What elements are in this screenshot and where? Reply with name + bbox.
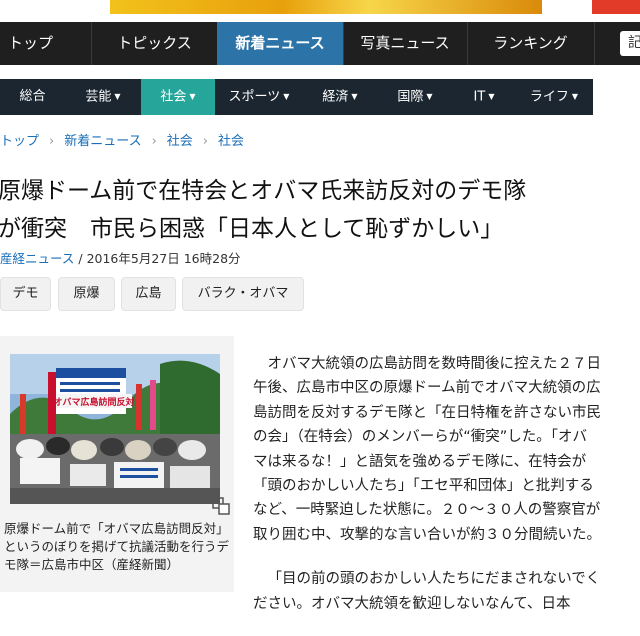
category-general[interactable]: 総合	[0, 79, 65, 115]
chevron-down-icon: ▼	[426, 92, 433, 101]
breadcrumb-top[interactable]: トップ	[0, 134, 39, 149]
chevron-right-icon: ›	[202, 134, 208, 149]
chevron-down-icon: ▼	[571, 92, 579, 101]
breadcrumb-latest-news[interactable]: 新着ニュース	[64, 134, 141, 149]
breadcrumb: トップ › 新着ニュース › 社会 › 社会	[0, 130, 244, 149]
chevron-right-icon: ›	[151, 134, 157, 149]
article-figure: オバマ広島訪問反対 原爆ドーム前で「オバマ広島訪問反対」というのぼりを掲げて抗議…	[0, 336, 234, 592]
category-sports[interactable]: スポーツ ▼	[215, 79, 303, 115]
main-nav-topics[interactable]: トピックス	[92, 22, 218, 65]
article-paragraph: 「目の前の頭のおかしい人たちにだまされないでください。オバマ大統領を歓迎しないな…	[253, 571, 601, 612]
main-nav: トップ トピックス 新着ニュース 写真ニュース ランキング 記	[0, 22, 640, 65]
main-nav-top[interactable]: トップ	[0, 22, 92, 65]
chevron-right-icon: ›	[49, 134, 55, 149]
ad-banner[interactable]	[110, 0, 640, 14]
source-link[interactable]: 産経ニュース	[0, 251, 74, 266]
ad-banner-badge	[592, 0, 640, 14]
tag-demo[interactable]: デモ	[0, 277, 51, 311]
category-society[interactable]: 社会 ▼	[141, 79, 215, 115]
category-it[interactable]: IT ▼	[453, 79, 515, 115]
chevron-down-icon: ▼	[351, 92, 358, 101]
zoom-icon[interactable]	[212, 497, 230, 515]
chevron-down-icon: ▼	[189, 92, 196, 101]
article-photo[interactable]: オバマ広島訪問反対	[10, 354, 220, 504]
main-nav-photo-news[interactable]: 写真ニュース	[343, 22, 468, 65]
article-body: オバマ大統領の広島訪問を数時間後に控えた２７日午後、広島市中区の原爆ドーム前でオ…	[253, 352, 601, 636]
tag-hiroshima[interactable]: 広島	[121, 277, 176, 311]
main-nav-ranking[interactable]: ランキング	[467, 22, 595, 65]
category-nav: 総合 芸能 ▼ 社会 ▼ スポーツ ▼ 経済 ▼ 国際 ▼ IT ▼ ライフ ▼	[0, 79, 593, 115]
breadcrumb-society-sub[interactable]: 社会	[218, 134, 244, 149]
article-paragraph: オバマ大統領の広島訪問を数時間後に控えた２７日午後、広島市中区の原爆ドーム前でオ…	[253, 356, 601, 543]
photo-banner-text: オバマ広島訪問反対	[53, 396, 134, 408]
category-international[interactable]: 国際 ▼	[377, 79, 453, 115]
meta-separator: /	[74, 251, 87, 266]
category-entertainment[interactable]: 芸能 ▼	[65, 79, 141, 115]
category-life[interactable]: ライフ ▼	[515, 79, 593, 115]
chevron-down-icon: ▼	[488, 92, 495, 101]
main-nav-latest-news[interactable]: 新着ニュース	[217, 22, 344, 65]
article-title-line1: 原爆ドーム前で在特会とオバマ氏来訪反対のデモ隊	[0, 178, 527, 204]
chevron-down-icon: ▼	[283, 92, 290, 101]
article-meta: 産経ニュース / 2016年5月27日 16時28分	[0, 248, 241, 267]
search-input[interactable]: 記	[620, 31, 640, 56]
breadcrumb-society[interactable]: 社会	[167, 134, 193, 149]
chevron-down-icon: ▼	[114, 92, 121, 101]
tag-barack-obama[interactable]: バラク・オバマ	[182, 277, 304, 311]
tag-atomic-bomb[interactable]: 原爆	[58, 277, 115, 311]
article-title: 原爆ドーム前で在特会とオバマ氏来訪反対のデモ隊 が衝突 市民ら困惑「日本人として…	[0, 172, 598, 248]
photo-caption: 原爆ドーム前で「オバマ広島訪問反対」というのぼりを掲げて抗議活動を行うデモ隊＝広…	[4, 521, 230, 572]
publish-date: 2016年5月27日 16時28分	[86, 251, 241, 266]
article-title-line2: が衝突 市民ら困惑「日本人として恥ずかしい」	[0, 216, 504, 242]
category-economy[interactable]: 経済 ▼	[303, 79, 377, 115]
